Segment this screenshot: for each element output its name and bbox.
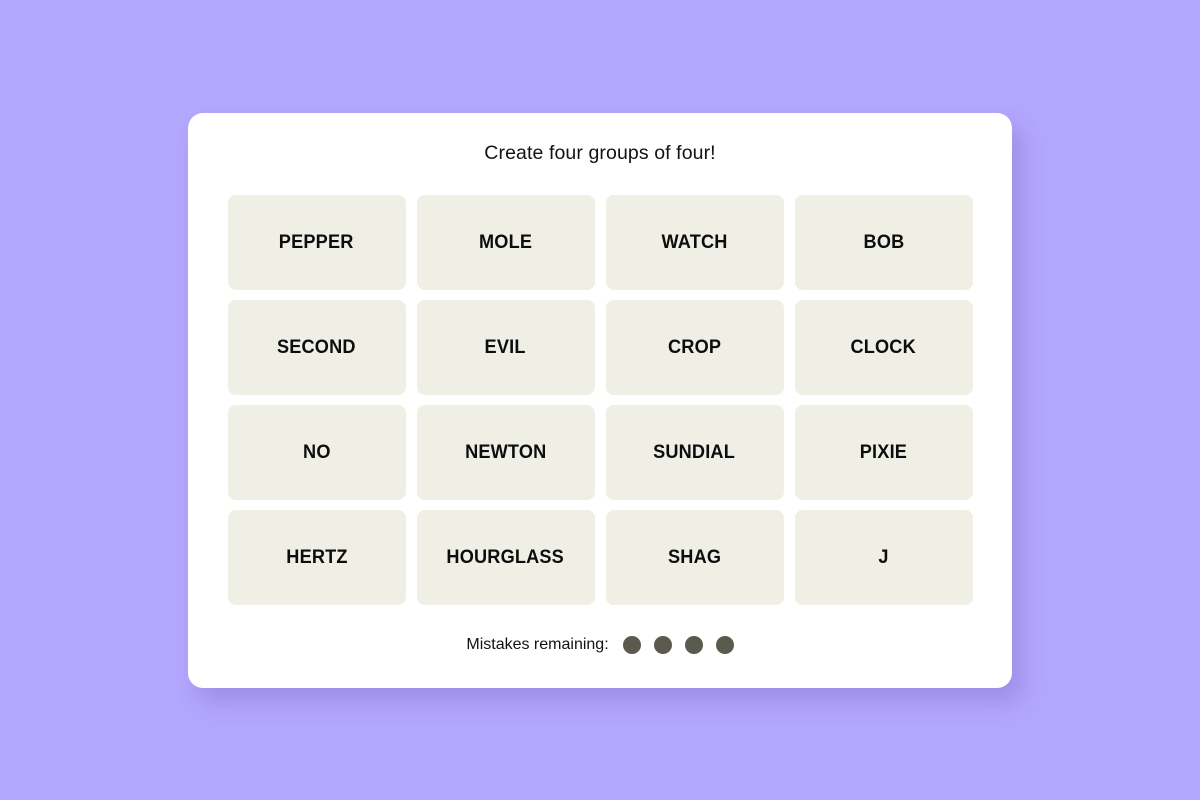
mistake-dot-4 <box>715 636 734 654</box>
mistake-dot-1 <box>622 636 641 654</box>
word-tile[interactable]: MOLE <box>416 195 595 290</box>
word-tile-label: EVIL <box>484 335 527 358</box>
word-tile[interactable]: EVIL <box>416 300 595 395</box>
word-tile-label: WATCH <box>661 230 728 253</box>
mistake-dot-2 <box>653 636 672 654</box>
word-tile-label: NEWTON <box>464 440 547 463</box>
word-tile[interactable]: J <box>794 510 973 605</box>
word-tile[interactable]: SECOND <box>227 300 406 395</box>
word-tile-label: NO <box>302 440 331 463</box>
connections-game-card: Create four groups of four! PEPPER MOLE WA… <box>188 112 1012 688</box>
word-tile[interactable]: SUNDIAL <box>605 405 784 500</box>
word-tile-label: PIXIE <box>859 440 908 463</box>
word-tile[interactable]: HERTZ <box>227 510 406 605</box>
mistakes-dot-group <box>622 636 734 654</box>
word-tile[interactable]: PIXIE <box>794 405 973 500</box>
word-tile-label: CLOCK <box>850 335 917 358</box>
word-tile[interactable]: NO <box>227 405 406 500</box>
word-tile[interactable]: CROP <box>605 300 784 395</box>
word-tile[interactable]: PEPPER <box>227 195 406 290</box>
mistakes-remaining-label: Mistakes remaining: <box>466 636 609 653</box>
mistake-dot-3 <box>684 636 703 654</box>
word-tile-label: HOURGLASS <box>446 545 565 568</box>
word-tile[interactable]: CLOCK <box>794 300 973 395</box>
word-tile-label: HERTZ <box>285 545 348 568</box>
word-tile-label: MOLE <box>478 230 533 253</box>
word-tile-label: SUNDIAL <box>653 440 736 463</box>
word-tile-label: BOB <box>863 230 904 253</box>
word-tile[interactable]: SHAG <box>605 510 784 605</box>
word-tile-label: CROP <box>667 335 722 358</box>
word-tile-label: J <box>878 545 889 568</box>
mistakes-remaining-row: Mistakes remaining: <box>466 636 734 654</box>
word-tile-grid: PEPPER MOLE WATCH BOB SECOND EVIL CROP CLOCK NO N… <box>227 195 973 605</box>
word-tile-label: SECOND <box>277 335 356 358</box>
word-tile-label: PEPPER <box>279 230 354 253</box>
word-tile[interactable]: HOURGLASS <box>416 510 595 605</box>
word-tile[interactable]: BOB <box>794 195 973 290</box>
page-title: Create four groups of four! <box>484 141 716 164</box>
word-tile[interactable]: WATCH <box>605 195 784 290</box>
word-tile[interactable]: NEWTON <box>416 405 595 500</box>
word-tile-label: SHAG <box>667 545 722 568</box>
